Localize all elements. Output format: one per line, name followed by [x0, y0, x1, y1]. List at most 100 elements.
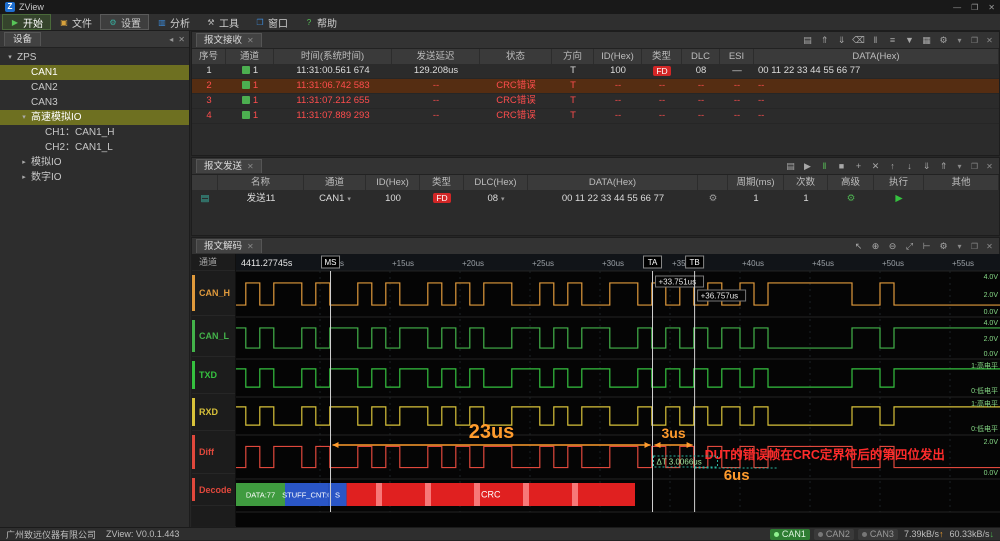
panel-float-icon[interactable]: ❐	[969, 242, 980, 251]
minimize-button[interactable]: —	[953, 3, 961, 12]
col-时间(系统时间)[interactable]: 时间(系统时间)	[274, 49, 392, 64]
col-序号[interactable]: 序号	[192, 49, 226, 64]
expander-icon[interactable]: ▾	[6, 50, 14, 65]
channel-label-CAN_H[interactable]: CAN_H	[192, 271, 235, 316]
channel-label-CAN_L[interactable]: CAN_L	[192, 316, 235, 357]
zoom-out-icon[interactable]: ⊖	[886, 240, 899, 252]
tree-item-CAN2[interactable]: CAN2	[0, 80, 189, 95]
panel-menu-icon[interactable]: ▾	[954, 242, 965, 251]
menu-analysis[interactable]: ▥分析	[150, 15, 197, 29]
config-icon[interactable]: ⚙	[698, 190, 728, 207]
tab-close-icon[interactable]: ✕	[247, 160, 254, 173]
col-其他[interactable]: 其他	[924, 175, 999, 190]
receive-row-4[interactable]: 4111:31:07.889 293--CRC错误T----------	[192, 109, 999, 124]
send-row[interactable]: ▤发送11CAN1▾100FD08▾00 11 22 33 44 55 66 7…	[192, 190, 999, 207]
tree-item-数字IO[interactable]: ▸数字IO	[0, 170, 189, 185]
export-icon[interactable]: ⇑	[937, 160, 950, 172]
import-icon[interactable]: ⇓	[835, 34, 848, 46]
dlc-select[interactable]: 08▾	[464, 190, 528, 207]
measure-icon[interactable]: ⊢	[920, 240, 933, 252]
menu-play[interactable]: ▶开始	[3, 15, 50, 29]
maximize-button[interactable]: ❐	[971, 3, 978, 12]
menu-tools[interactable]: ⚒工具	[199, 15, 246, 29]
list-icon[interactable]: ▤	[784, 160, 797, 172]
run-play-icon[interactable]: ▶	[874, 190, 924, 207]
move-down-icon[interactable]: ↓	[903, 160, 916, 172]
receive-row-1[interactable]: 1111:31:00.561 674129.208usT100FD08—00 1…	[192, 64, 999, 79]
menu-settings[interactable]: ⚙设置	[101, 15, 148, 29]
col-类型[interactable]: 类型	[420, 175, 464, 190]
channel-label-RXD[interactable]: RXD	[192, 394, 235, 431]
panel-close-icon[interactable]: ✕	[984, 162, 995, 171]
col-执行[interactable]: 执行	[874, 175, 924, 190]
receive-row-2[interactable]: 2111:31:06.742 583--CRC错误T----------	[192, 79, 999, 94]
col-ID(Hex)[interactable]: ID(Hex)	[366, 175, 420, 190]
tree-item-CH1：CAN1_H[interactable]: CH1：CAN1_H	[0, 125, 189, 140]
tab-send[interactable]: 报文发送 ✕	[196, 159, 262, 173]
tab-decode[interactable]: 报文解码 ✕	[196, 239, 262, 253]
tree-item-ZPS[interactable]: ▾ZPS	[0, 50, 189, 65]
filter-icon[interactable]: ▼	[903, 34, 916, 46]
tab-device[interactable]: 设备	[4, 32, 41, 46]
expander-icon[interactable]: ▸	[20, 155, 28, 170]
status-CAN2[interactable]: CAN2	[814, 529, 854, 540]
col-DLC(Hex)[interactable]: DLC(Hex)	[464, 175, 528, 190]
tree-item-CAN3[interactable]: CAN3	[0, 95, 189, 110]
col-DATA(Hex)[interactable]: DATA(Hex)	[754, 49, 999, 64]
col-DATA(Hex)[interactable]: DATA(Hex)	[528, 175, 698, 190]
columns-icon[interactable]: ▦	[920, 34, 933, 46]
channel-label-Diff[interactable]: Diff	[192, 431, 235, 474]
pause-all-icon[interactable]: ‖	[818, 160, 831, 172]
col-类型[interactable]: 类型	[642, 49, 682, 64]
menu-window[interactable]: ❐窗口	[248, 15, 295, 29]
save-icon[interactable]: ▤	[801, 34, 814, 46]
panel-close-icon[interactable]: ✕	[984, 36, 995, 45]
pause-icon[interactable]: ‖	[869, 34, 882, 46]
tab-close-icon[interactable]: ✕	[247, 240, 254, 253]
move-up-icon[interactable]: ↑	[886, 160, 899, 172]
col-周期(ms)[interactable]: 周期(ms)	[728, 175, 784, 190]
channel-label-Decode[interactable]: Decode	[192, 474, 235, 506]
col-DLC[interactable]: DLC	[682, 49, 720, 64]
add-icon[interactable]: +	[852, 160, 865, 172]
col-ID(Hex)[interactable]: ID(Hex)	[594, 49, 642, 64]
pin-icon[interactable]: ◂	[169, 35, 173, 44]
col-状态[interactable]: 状态	[480, 49, 552, 64]
scroll-lock-icon[interactable]: ≡	[886, 34, 899, 46]
remove-icon[interactable]: ✕	[869, 160, 882, 172]
zoom-in-icon[interactable]: ⊕	[869, 240, 882, 252]
export-icon[interactable]: ⇑	[818, 34, 831, 46]
status-CAN1[interactable]: CAN1	[770, 529, 810, 540]
menu-file[interactable]: ▣文件	[52, 15, 99, 29]
cursor-icon[interactable]: ↖	[852, 240, 865, 252]
stop-all-icon[interactable]: ■	[835, 160, 848, 172]
settings-icon[interactable]: ⚙	[937, 240, 950, 252]
panel-menu-icon[interactable]: ▾	[954, 162, 965, 171]
settings-icon[interactable]: ⚙	[937, 34, 950, 46]
tree-item-CAN1[interactable]: CAN1	[0, 65, 189, 80]
tab-close-icon[interactable]: ✕	[247, 34, 254, 47]
receive-row-3[interactable]: 3111:31:07.212 655--CRC错误T----------	[192, 94, 999, 109]
col-次数[interactable]: 次数	[784, 175, 828, 190]
waveform-plot[interactable]: +10us+15us+20us+25us+30us+35us+40us+45us…	[236, 254, 1000, 528]
tree-item-CH2：CAN1_L[interactable]: CH2：CAN1_L	[0, 140, 189, 155]
import-icon[interactable]: ⇓	[920, 160, 933, 172]
panel-float-icon[interactable]: ❐	[969, 36, 980, 45]
col-发送延迟[interactable]: 发送延迟	[392, 49, 480, 64]
col-ESI[interactable]: ESI	[720, 49, 754, 64]
expander-icon[interactable]: ▾	[20, 110, 28, 125]
close-icon[interactable]: ✕	[178, 35, 185, 44]
play-all-icon[interactable]: ▶	[801, 160, 814, 172]
col-通道[interactable]: 通道	[304, 175, 366, 190]
channel-label-TXD[interactable]: TXD	[192, 357, 235, 394]
menu-help[interactable]: ?帮助	[297, 15, 344, 29]
panel-close-icon[interactable]: ✕	[984, 242, 995, 251]
col-名称[interactable]: 名称	[218, 175, 304, 190]
close-button[interactable]: ✕	[988, 3, 995, 12]
col-方向[interactable]: 方向	[552, 49, 594, 64]
tree-item-高速模拟IO[interactable]: ▾高速模拟IO	[0, 110, 189, 125]
message-icon[interactable]: ▤	[192, 190, 218, 207]
clear-icon[interactable]: ⌫	[852, 34, 865, 46]
panel-float-icon[interactable]: ❐	[969, 162, 980, 171]
tab-receive[interactable]: 报文接收 ✕	[196, 33, 262, 47]
